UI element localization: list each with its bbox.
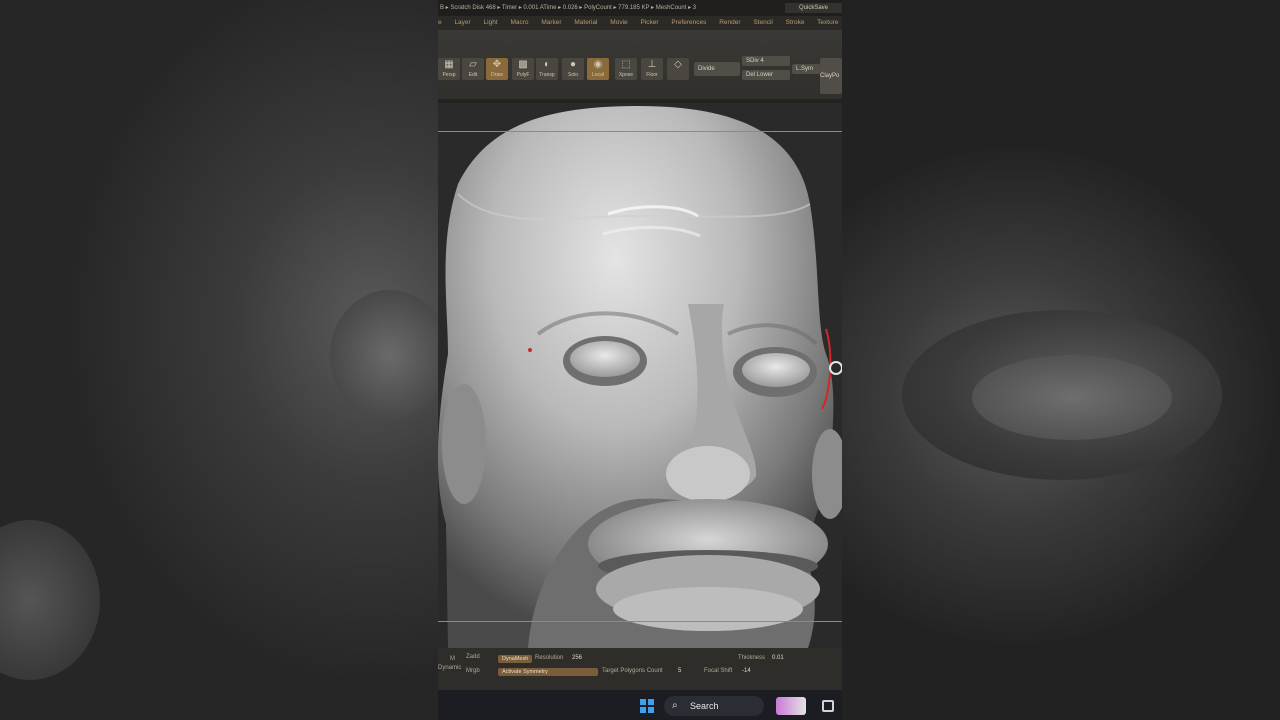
dynamic-toggle[interactable]: Dynamic <box>438 665 461 671</box>
menu-item-macro[interactable]: Macro <box>510 19 528 26</box>
draw-label: Draw <box>491 72 503 78</box>
xpose-button[interactable]: ⬚ Xpose <box>615 58 637 80</box>
local-button[interactable]: ◉ Local <box>587 58 609 80</box>
blurred-nose <box>0 520 100 680</box>
menu-item-texture[interactable]: Texture <box>817 19 838 26</box>
search-icon: ⌕ <box>672 700 678 711</box>
lsym-button[interactable]: L.Sym <box>792 64 820 74</box>
target-polygons-value[interactable]: 5 <box>678 668 681 674</box>
polyf-label: PolyF <box>516 72 530 78</box>
app-window: B ▸ Scratch Disk 468 ▸ Timer ▸ 0.001 ATi… <box>438 0 842 720</box>
m-toggle[interactable]: M <box>450 656 455 662</box>
resolution-label: Resolution <box>535 655 564 661</box>
blurred-eyelid <box>972 355 1172 440</box>
solo-label: Solo <box>567 72 578 78</box>
transp-label: Transp <box>539 72 555 78</box>
local-label: Local <box>592 72 604 78</box>
persp-button[interactable]: ▦ Persp <box>438 58 460 80</box>
floor-icon: ⊥ <box>647 59 657 70</box>
persp-label: Persp <box>442 72 456 78</box>
thickness-label: Thickness <box>738 655 766 661</box>
menu-item-preferences[interactable]: Preferences <box>671 19 706 26</box>
activate-symmetry-button[interactable]: Activate Symmetry <box>498 668 598 676</box>
persp-icon: ▦ <box>444 59 454 70</box>
thickness-value[interactable]: 0.01 <box>772 655 784 661</box>
polyframe-icon: ▩ <box>518 59 528 70</box>
blurred-eye <box>330 290 438 420</box>
search-label: Search <box>690 701 719 711</box>
menu-item-picker[interactable]: Picker <box>640 19 658 26</box>
mrgb-toggle[interactable]: Mrgb <box>466 668 480 674</box>
floor-label: Floor <box>646 72 658 78</box>
taskbar-app-icon[interactable] <box>776 697 806 715</box>
menu-item-marker[interactable]: Marker <box>541 19 561 26</box>
frame-button[interactable]: ◇ <box>667 58 689 80</box>
bottom-tray: M Zadd Dynamic Mrgb DynaMesh Resolution … <box>438 648 842 690</box>
sdiv-slider[interactable]: SDiv 4 <box>742 56 790 66</box>
menu-item-stencil[interactable]: Stencil <box>753 19 773 26</box>
viewport-guide-bottom <box>438 621 842 622</box>
sculpt-viewport[interactable] <box>438 104 842 648</box>
edit-icon: ▱ <box>469 59 477 70</box>
menu-item-layer[interactable]: Layer <box>454 19 470 26</box>
head-sculpt-model <box>438 106 842 648</box>
focal-shift-label: Focal Shift <box>704 668 733 674</box>
menu-item[interactable]: e <box>438 19 442 26</box>
resolution-value[interactable]: 256 <box>572 655 582 661</box>
divide-button[interactable]: Divide <box>694 62 740 76</box>
background-left-blur <box>0 0 438 720</box>
dynamesh-button[interactable]: DynaMesh <box>498 655 533 663</box>
xpose-label: Xpose <box>618 72 634 78</box>
polyf-button[interactable]: ▩ PolyF <box>512 58 534 80</box>
status-text: B ▸ Scratch Disk 468 ▸ Timer ▸ 0.001 ATi… <box>440 5 697 11</box>
taskbar-window-icon[interactable] <box>822 700 834 712</box>
menu-item-movie[interactable]: Movie <box>610 19 627 26</box>
quicksave-button[interactable]: QuickSave <box>784 3 842 13</box>
status-bar: B ▸ Scratch Disk 468 ▸ Timer ▸ 0.001 ATi… <box>438 0 842 16</box>
claypolish-button[interactable]: ClayPo <box>820 58 842 94</box>
solo-button[interactable]: ● Solo <box>562 58 584 80</box>
solo-icon: ● <box>569 59 577 70</box>
xpose-icon: ⬚ <box>621 59 631 70</box>
menu-item-stroke[interactable]: Stroke <box>786 19 805 26</box>
draw-button[interactable]: ✥ Draw <box>486 58 508 80</box>
del-lower-button[interactable]: Del Lower <box>742 70 790 80</box>
local-icon: ◉ <box>593 59 603 70</box>
zadd-toggle[interactable]: Zadd <box>466 654 480 660</box>
target-polygons-label: Target Polygons Count <box>602 668 663 674</box>
background-right-blur <box>842 0 1280 720</box>
menu-item-render[interactable]: Render <box>719 19 740 26</box>
frame-icon: ◇ <box>674 59 682 70</box>
draw-icon: ✥ <box>492 59 502 70</box>
windows-start-icon[interactable] <box>640 699 654 713</box>
viewport-guide-top <box>438 131 842 132</box>
menu-item-light[interactable]: Light <box>484 19 498 26</box>
floor-button[interactable]: ⊥ Floor <box>641 58 663 80</box>
shelf-divider <box>438 99 842 103</box>
menu-bar: e Layer Light Macro Marker Material Movi… <box>438 16 842 30</box>
focal-shift-value[interactable]: -14 <box>742 668 751 674</box>
menu-item-material[interactable]: Material <box>574 19 597 26</box>
edit-label: Edit <box>468 72 478 78</box>
transparent-icon: ◐ <box>543 59 551 70</box>
edit-button[interactable]: ▱ Edit <box>462 58 484 80</box>
transp-button[interactable]: ◐ Transp <box>536 58 558 80</box>
taskbar-search[interactable]: ⌕ Search <box>664 696 764 716</box>
